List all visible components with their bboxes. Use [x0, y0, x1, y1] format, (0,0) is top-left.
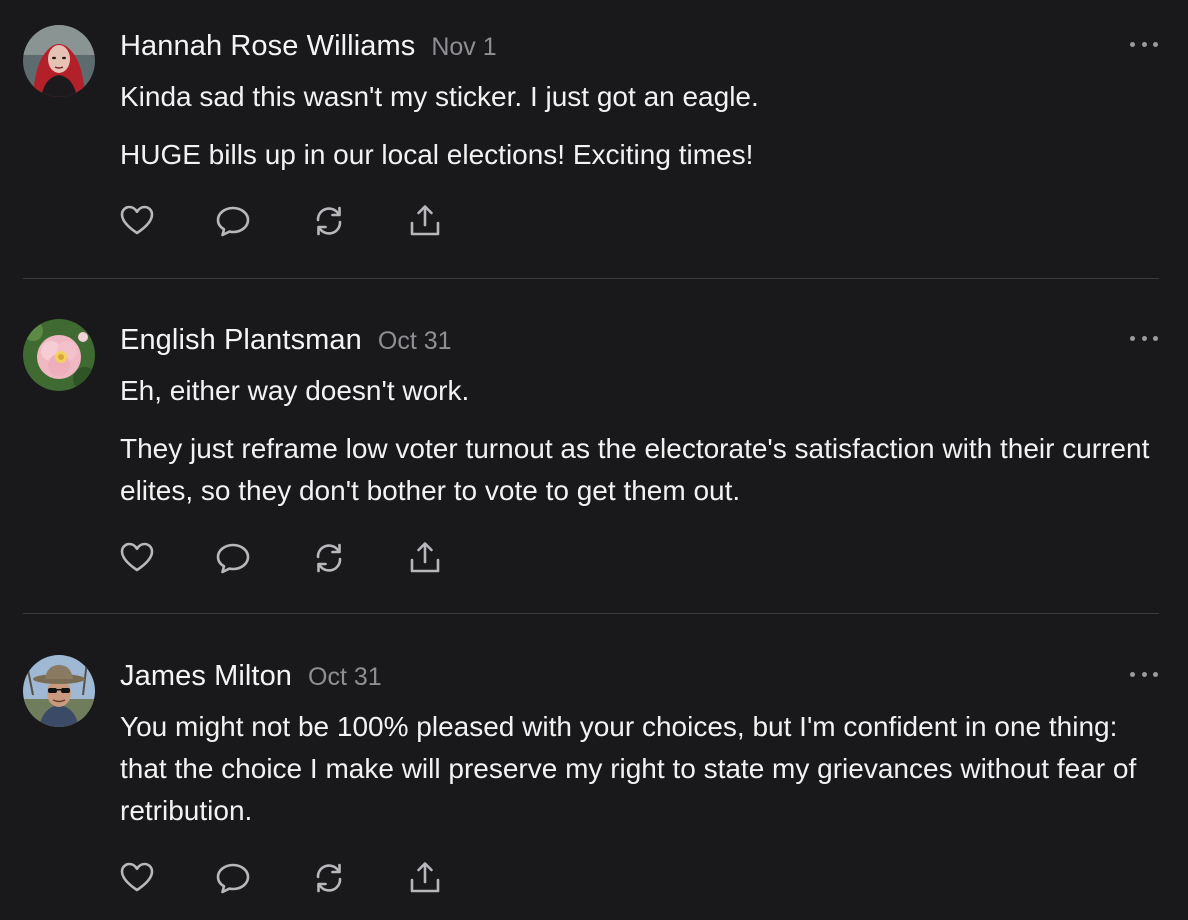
comment-paragraph: Eh, either way doesn't work.: [120, 375, 470, 406]
speech-bubble-icon: [216, 206, 250, 237]
comment-header: James Milton Oct 31: [120, 660, 382, 693]
reply-button[interactable]: [215, 540, 251, 576]
author-name[interactable]: English Plantsman: [120, 324, 362, 356]
avatar[interactable]: [23, 655, 95, 727]
restack-button[interactable]: [311, 540, 347, 576]
dot: [1153, 335, 1158, 341]
comment-body: You might not be 100% pleased with your …: [120, 706, 1160, 848]
comment-item: James Milton Oct 31 You might not be 100%…: [0, 614, 1188, 920]
comment-item: English Plantsman Oct 31 Eh, either way d…: [0, 279, 1188, 613]
speech-bubble-icon: [216, 543, 250, 574]
comment-item: Hannah Rose Williams Nov 1 Kinda sad this…: [0, 0, 1188, 278]
heart-icon: [120, 542, 154, 572]
comment-body: Kinda sad this wasn't my sticker. I just…: [120, 76, 1160, 192]
dot: [1130, 41, 1135, 47]
comment-body: Eh, either way doesn't work. They just r…: [120, 370, 1160, 528]
heart-icon: [120, 205, 154, 235]
restack-button[interactable]: [311, 203, 347, 239]
speech-bubble-icon: [216, 863, 250, 894]
more-dots-icon[interactable]: [1130, 332, 1158, 344]
comment-paragraph: HUGE bills up in our local elections! Ex…: [120, 139, 754, 170]
share-upload-icon: [410, 862, 440, 893]
dot: [1141, 671, 1147, 677]
heart-icon: [120, 862, 154, 892]
comment-date[interactable]: Oct 31: [308, 663, 382, 691]
avatar-image: [23, 655, 95, 727]
comment-header: English Plantsman Oct 31: [120, 324, 452, 357]
reply-button[interactable]: [215, 860, 251, 896]
comment-paragraph: Kinda sad this wasn't my sticker. I just…: [120, 81, 759, 112]
restack-button[interactable]: [311, 860, 347, 896]
reply-button[interactable]: [215, 203, 251, 239]
restack-arrows-icon: [316, 863, 342, 893]
share-button[interactable]: [407, 203, 443, 239]
author-name[interactable]: Hannah Rose Williams: [120, 30, 415, 62]
dot: [1130, 335, 1135, 341]
avatar-image: [23, 25, 95, 97]
author-name[interactable]: James Milton: [120, 660, 292, 692]
dot: [1130, 671, 1135, 677]
like-button[interactable]: [119, 203, 155, 239]
dot: [1153, 671, 1158, 677]
dot: [1141, 335, 1147, 341]
comment-paragraph: They just reframe low voter turnout as t…: [120, 433, 1150, 506]
comment-date[interactable]: Oct 31: [378, 327, 452, 355]
avatar[interactable]: [23, 25, 95, 97]
like-button[interactable]: [119, 860, 155, 896]
avatar-image: [23, 319, 95, 391]
share-upload-icon: [410, 542, 440, 573]
restack-arrows-icon: [316, 543, 342, 573]
comment-feed: Hannah Rose Williams Nov 1 Kinda sad this…: [0, 0, 1188, 920]
restack-arrows-icon: [316, 206, 342, 236]
comment-paragraph: You might not be 100% pleased with your …: [120, 711, 1137, 826]
more-dots-icon[interactable]: [1130, 668, 1158, 680]
dot: [1153, 41, 1158, 47]
comment-header: Hannah Rose Williams Nov 1: [120, 30, 497, 63]
more-dots-icon[interactable]: [1130, 38, 1158, 50]
like-button[interactable]: [119, 540, 155, 576]
avatar[interactable]: [23, 319, 95, 391]
share-button[interactable]: [407, 540, 443, 576]
comment-date[interactable]: Nov 1: [431, 33, 496, 61]
share-upload-icon: [410, 205, 440, 236]
share-button[interactable]: [407, 860, 443, 896]
dot: [1141, 41, 1147, 47]
